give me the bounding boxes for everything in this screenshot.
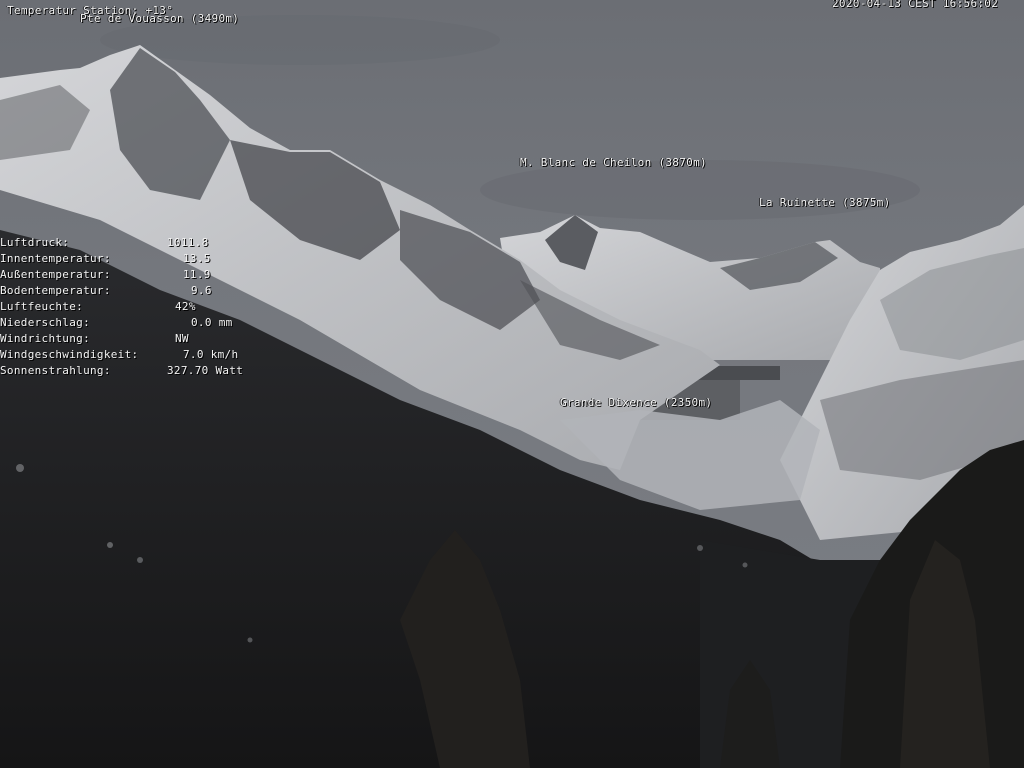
- weather-label: Windrichtung:: [0, 332, 90, 345]
- weather-row-innentemperatur: Innentemperatur: 13.5: [0, 251, 270, 267]
- peak-label-vouasson: Pte de Vouasson (3490m): [80, 12, 240, 25]
- weather-row-windrichtung: Windrichtung: NW: [0, 331, 270, 347]
- weather-value: 13.5: [183, 252, 211, 265]
- weather-value: NW: [175, 332, 189, 345]
- weather-label: Luftfeuchte:: [0, 300, 84, 313]
- peak-label-ruinette: La Ruinette (3875m): [759, 196, 891, 209]
- weather-value: 0.0 mm: [191, 316, 233, 329]
- weather-value: 11.9: [183, 268, 211, 281]
- weather-label: Bodentemperatur:: [0, 284, 111, 297]
- weather-row-luftfeuchte: Luftfeuchte: 42%: [0, 299, 270, 315]
- weather-row-bodentemperatur: Bodentemperatur: 9.6: [0, 283, 270, 299]
- timestamp: 2020-04-13 CEST 16:56:02: [832, 0, 999, 10]
- weather-value: 42%: [175, 300, 196, 313]
- weather-row-luftdruck: Luftdruck: 1011.8: [0, 235, 270, 251]
- weather-label: Luftdruck:: [0, 236, 70, 249]
- weather-row-niederschlag: Niederschlag: 0.0 mm: [0, 315, 270, 331]
- weather-label: Sonnenstrahlung:: [0, 364, 111, 377]
- peak-label-blanc-de-cheilon: M. Blanc de Cheilon (3870m): [520, 156, 707, 169]
- weather-label: Windgeschwindigkeit:: [0, 348, 139, 361]
- weather-value: 7.0 km/h: [183, 348, 239, 361]
- weather-row-windgeschwindigkeit: Windgeschwindigkeit: 7.0 km/h: [0, 347, 270, 363]
- weather-row-aussentemperatur: Außentemperatur: 11.9: [0, 267, 270, 283]
- weather-value: 9.6: [191, 284, 212, 297]
- weather-label: Außentemperatur:: [0, 268, 111, 281]
- weather-label: Innentemperatur:: [0, 252, 111, 265]
- webcam-frame: Temperatur Station: +13° 2020-04-13 CEST…: [0, 0, 1024, 768]
- mountain-landscape-image: [0, 0, 1024, 768]
- weather-value: 1011.8: [167, 236, 209, 249]
- peak-label-grande-dixence: Grande Dixence (2350m): [560, 396, 713, 409]
- weather-value: 327.70 Watt: [167, 364, 244, 377]
- weather-row-sonnenstrahlung: Sonnenstrahlung: 327.70 Watt: [0, 363, 270, 379]
- weather-label: Niederschlag:: [0, 316, 90, 329]
